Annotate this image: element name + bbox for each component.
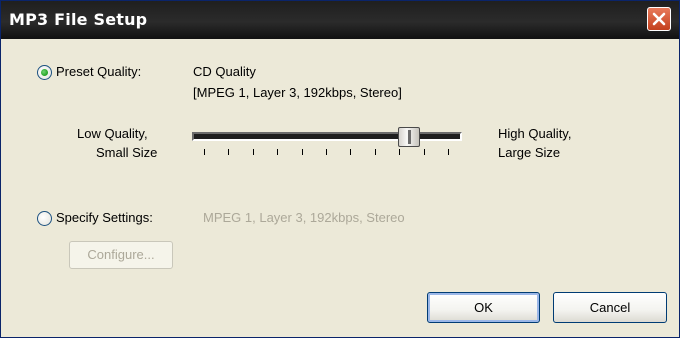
window-title: MP3 File Setup bbox=[9, 10, 148, 29]
slider-tick bbox=[399, 149, 401, 155]
small-size-label: Small Size bbox=[96, 145, 158, 160]
specify-settings-radio[interactable] bbox=[37, 211, 52, 226]
cancel-button[interactable]: Cancel bbox=[553, 292, 667, 323]
close-icon bbox=[652, 12, 666, 26]
ok-button[interactable]: OK bbox=[427, 292, 540, 323]
slider-tick bbox=[448, 149, 449, 155]
quality-slider-track[interactable] bbox=[192, 132, 462, 141]
slider-tick bbox=[277, 149, 279, 155]
dialog-body: Preset Quality: CD Quality [MPEG 1, Laye… bbox=[4, 39, 676, 335]
close-button[interactable] bbox=[647, 7, 671, 31]
slider-tick bbox=[350, 149, 352, 155]
configure-button[interactable]: Configure... bbox=[69, 241, 173, 269]
preset-quality-name: CD Quality bbox=[193, 64, 256, 79]
slider-tick bbox=[326, 149, 327, 155]
slider-tick bbox=[252, 149, 254, 155]
slider-tick bbox=[204, 149, 205, 155]
large-size-label: Large Size bbox=[498, 145, 561, 160]
high-quality-label: High Quality, bbox=[498, 126, 572, 141]
preset-quality-detail: [MPEG 1, Layer 3, 192kbps, Stereo] bbox=[193, 85, 402, 100]
preset-quality-radio[interactable] bbox=[37, 65, 52, 80]
slider-tick bbox=[423, 149, 425, 155]
slider-grip bbox=[407, 130, 411, 144]
slider-tick bbox=[301, 149, 303, 155]
preset-quality-label[interactable]: Preset Quality: bbox=[56, 64, 141, 79]
slider-tick bbox=[374, 149, 376, 155]
slider-tick bbox=[228, 149, 230, 155]
low-quality-label: Low Quality, bbox=[77, 126, 148, 141]
title-bar[interactable]: MP3 File Setup bbox=[1, 1, 679, 39]
specify-settings-value: MPEG 1, Layer 3, 192kbps, Stereo bbox=[203, 210, 405, 225]
mp3-setup-dialog: MP3 File Setup Preset Quality: CD Qualit… bbox=[0, 0, 680, 338]
quality-slider-thumb[interactable] bbox=[397, 127, 420, 147]
specify-settings-label[interactable]: Specify Settings: bbox=[56, 210, 153, 225]
radio-selected-dot bbox=[41, 69, 48, 76]
